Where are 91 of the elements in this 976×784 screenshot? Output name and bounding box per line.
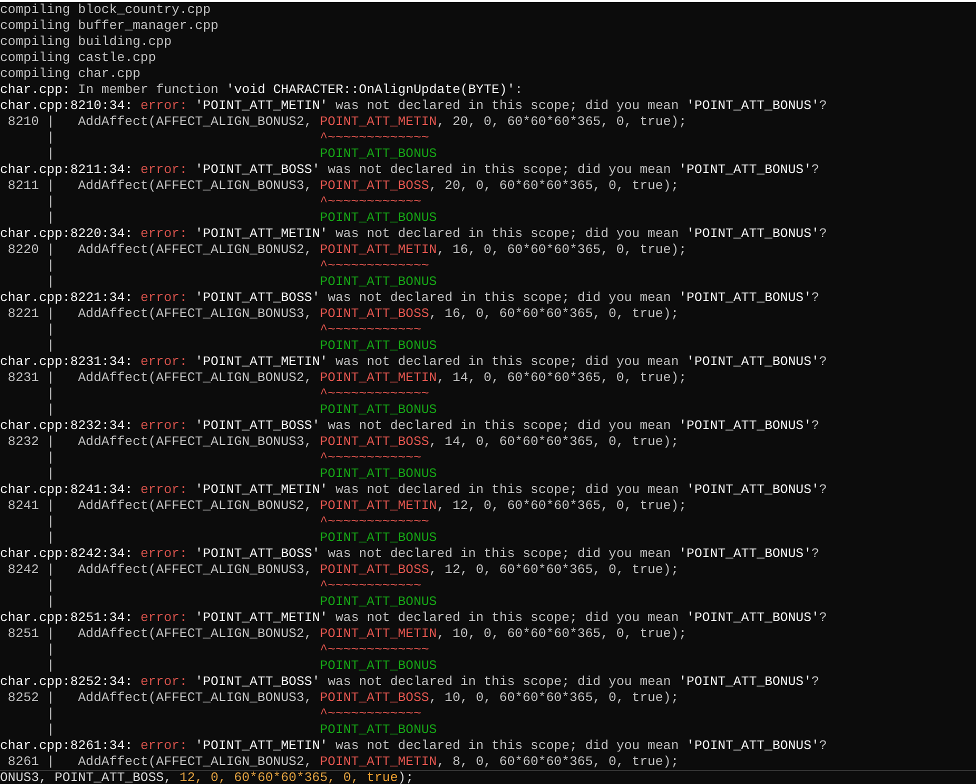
compile-message: compiling char.cpp [0, 66, 140, 82]
gutter-text: | [46, 338, 55, 354]
gutter-text: | [46, 242, 55, 258]
gutter-text: | [46, 322, 55, 338]
caret-marker: ^~~~~~~~~~~~~ [320, 450, 422, 466]
compile-message: compiling block_country.cpp [0, 2, 211, 18]
gutter-text: | [46, 370, 55, 386]
code-text: AddAffect(AFFECT_ALIGN_BONUS3, POINT_ATT_BOSS, 12, 0, 60*60*60*365, 0, true); [78, 562, 679, 578]
gutter-text: | [46, 530, 55, 546]
code-text: AddAffect(AFFECT_ALIGN_BONUS2, POINT_ATT_METIN, 8, 0, 60*60*60*365, 0, true); [78, 754, 679, 770]
error-message: char.cpp:8252:34: error: 'POINT_ATT_BOSS' was not declared in this scope; did you mean 'POINT_ATT_BONUS'? [0, 674, 820, 690]
code-text: AddAffect(AFFECT_ALIGN_BONUS2, POINT_ATT_METIN, 12, 0, 60*60*60*365, 0, true); [78, 498, 687, 514]
error-message: char.cpp:8211:34: error: 'POINT_ATT_BOSS' was not declared in this scope; did you mean 'POINT_ATT_BONUS'? [0, 162, 820, 178]
line-number: 8241 [6, 498, 39, 514]
gutter-text: | [46, 594, 55, 610]
caret-marker: ^~~~~~~~~~~~~~ [320, 514, 430, 530]
gutter-text: | [46, 402, 55, 418]
error-message: char.cpp:8232:34: error: 'POINT_ATT_BOSS' was not declared in this scope; did you mean 'POINT_ATT_BONUS'? [0, 418, 820, 434]
gutter-text: | [46, 306, 55, 322]
gutter-text: | [46, 658, 55, 674]
code-fragment: ONUS3, POINT_ATT_BOSS, 12, 0, 60*60*60*365, 0, true); [0, 771, 414, 784]
gutter-text: | [46, 562, 55, 578]
code-text: AddAffect(AFFECT_ALIGN_BONUS2, POINT_ATT_METIN, 10, 0, 60*60*60*365, 0, true); [78, 626, 687, 642]
error-message: char.cpp:8220:34: error: 'POINT_ATT_METIN' was not declared in this scope; did you mean 'POINT_ATT_BONUS'? [0, 226, 827, 242]
line-number: 8211 [6, 178, 39, 194]
code-text: AddAffect(AFFECT_ALIGN_BONUS2, POINT_ATT_METIN, 14, 0, 60*60*60*365, 0, true); [78, 370, 687, 386]
suggestion-text: POINT_ATT_BONUS [320, 402, 437, 418]
suggestion-text: POINT_ATT_BONUS [320, 338, 437, 354]
suggestion-text: POINT_ATT_BONUS [320, 594, 437, 610]
gutter-text: | [46, 386, 55, 402]
gutter-text: | [46, 706, 55, 722]
code-text: AddAffect(AFFECT_ALIGN_BONUS2, POINT_ATT_METIN, 16, 0, 60*60*60*365, 0, true); [78, 242, 687, 258]
gutter-text: | [46, 434, 55, 450]
gutter-text: | [46, 114, 55, 130]
error-message: char.cpp:8241:34: error: 'POINT_ATT_METIN' was not declared in this scope; did you mean 'POINT_ATT_BONUS'? [0, 482, 827, 498]
gutter-text: | [46, 642, 55, 658]
line-number: 8231 [6, 370, 39, 386]
line-number: 8232 [6, 434, 39, 450]
code-text: AddAffect(AFFECT_ALIGN_BONUS3, POINT_ATT_BOSS, 14, 0, 60*60*60*365, 0, true); [78, 434, 679, 450]
suggestion-text: POINT_ATT_BONUS [320, 658, 437, 674]
gutter-text: | [46, 626, 55, 642]
code-text: AddAffect(AFFECT_ALIGN_BONUS3, POINT_ATT_BOSS, 16, 0, 60*60*60*365, 0, true); [78, 306, 679, 322]
compile-message: compiling buffer_manager.cpp [0, 18, 218, 34]
gutter-text: | [46, 178, 55, 194]
suggestion-text: POINT_ATT_BONUS [320, 210, 437, 226]
gutter-text: | [46, 722, 55, 738]
line-number: 8252 [6, 690, 39, 706]
gutter-text: | [46, 146, 55, 162]
line-number: 8221 [6, 306, 39, 322]
gutter-text: | [46, 210, 55, 226]
suggestion-text: POINT_ATT_BONUS [320, 530, 437, 546]
error-message: char.cpp:8210:34: error: 'POINT_ATT_METIN' was not declared in this scope; did you mean 'POINT_ATT_BONUS'? [0, 98, 827, 114]
line-number: 8220 [6, 242, 39, 258]
gutter-text: | [46, 578, 55, 594]
gutter-text: | [46, 754, 55, 770]
compile-message: compiling castle.cpp [0, 50, 156, 66]
suggestion-text: POINT_ATT_BONUS [320, 274, 437, 290]
gutter-text: | [46, 514, 55, 530]
gutter-text: | [46, 258, 55, 274]
gutter-text: | [46, 130, 55, 146]
suggestion-text: POINT_ATT_BONUS [320, 722, 437, 738]
caret-marker: ^~~~~~~~~~~~~~ [320, 642, 430, 658]
code-text: AddAffect(AFFECT_ALIGN_BONUS3, POINT_ATT_BOSS, 10, 0, 60*60*60*365, 0, true); [78, 690, 679, 706]
code-text: AddAffect(AFFECT_ALIGN_BONUS2, POINT_ATT_METIN, 20, 0, 60*60*60*365, 0, true); [78, 114, 687, 130]
caret-marker: ^~~~~~~~~~~~~~ [320, 258, 430, 274]
caret-marker: ^~~~~~~~~~~~~ [320, 322, 422, 338]
line-number: 8251 [6, 626, 39, 642]
suggestion-text: POINT_ATT_BONUS [320, 146, 437, 162]
line-number: 8210 [6, 114, 39, 130]
error-message: char.cpp:8231:34: error: 'POINT_ATT_METIN' was not declared in this scope; did you mean 'POINT_ATT_BONUS'? [0, 354, 827, 370]
caret-marker: ^~~~~~~~~~~~~ [320, 194, 422, 210]
error-message: char.cpp:8251:34: error: 'POINT_ATT_METIN' was not declared in this scope; did you mean 'POINT_ATT_BONUS'? [0, 610, 827, 626]
gutter-text: | [46, 194, 55, 210]
error-message: char.cpp:8242:34: error: 'POINT_ATT_BOSS' was not declared in this scope; did you mean 'POINT_ATT_BONUS'? [0, 546, 820, 562]
gutter-text: | [46, 274, 55, 290]
gutter-text: | [46, 450, 55, 466]
error-message: char.cpp:8261:34: error: 'POINT_ATT_METIN' was not declared in this scope; did you mean 'POINT_ATT_BONUS'? [0, 738, 827, 754]
caret-marker: ^~~~~~~~~~~~~ [320, 578, 422, 594]
gutter-text: | [46, 690, 55, 706]
caret-marker: ^~~~~~~~~~~~~~ [320, 386, 430, 402]
caret-marker: ^~~~~~~~~~~~~ [320, 706, 422, 722]
code-text: AddAffect(AFFECT_ALIGN_BONUS3, POINT_ATT_BOSS, 20, 0, 60*60*60*365, 0, true); [78, 178, 679, 194]
line-number: 8261 [6, 754, 39, 770]
error-message: char.cpp:8221:34: error: 'POINT_ATT_BOSS' was not declared in this scope; did you mean 'POINT_ATT_BONUS'? [0, 290, 820, 306]
gutter-text: | [46, 498, 55, 514]
caret-marker: ^~~~~~~~~~~~~~ [320, 130, 430, 146]
line-number: 8242 [6, 562, 39, 578]
gutter-text: | [46, 466, 55, 482]
note-message: char.cpp: In member function 'void CHARACTER::OnAlignUpdate(BYTE)': [0, 82, 523, 98]
suggestion-text: POINT_ATT_BONUS [320, 466, 437, 482]
compile-message: compiling building.cpp [0, 34, 172, 50]
